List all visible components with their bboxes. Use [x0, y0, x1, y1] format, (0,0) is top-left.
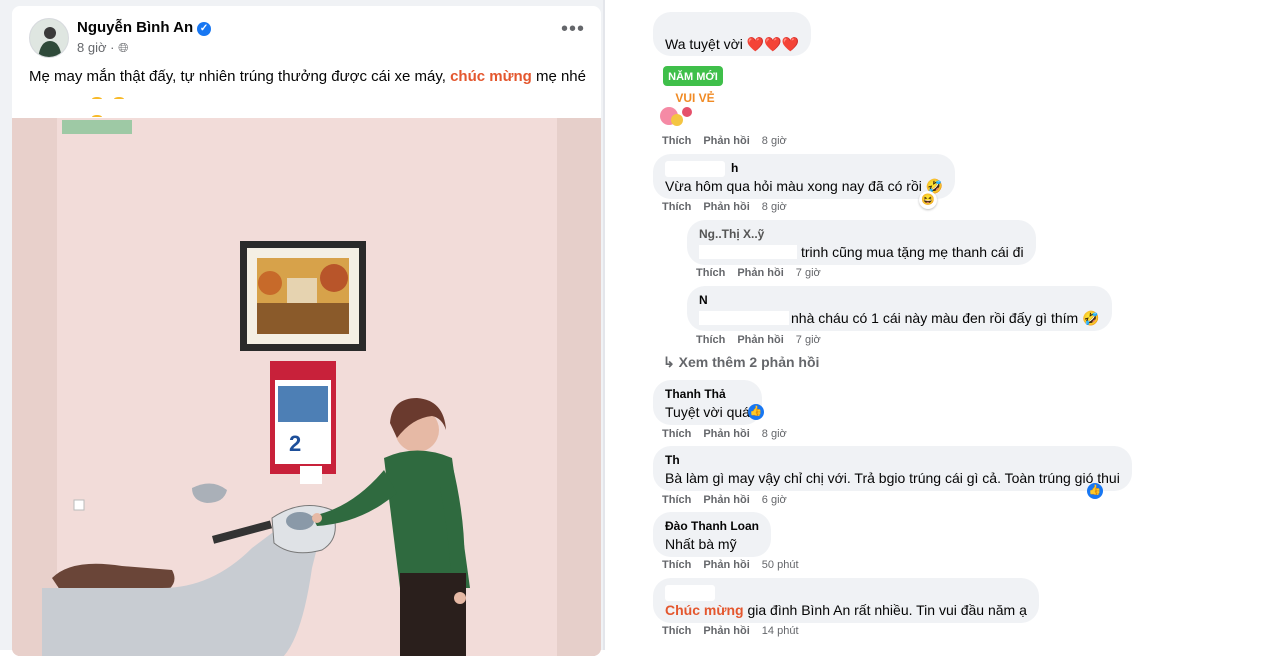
comment-actions: Thích Phản hồi 8 giờ — [662, 201, 787, 213]
comment-text: Nhất bà mỹ — [665, 536, 737, 552]
comment-author[interactable]: Th — [665, 453, 1120, 469]
comment-text: trinh cũng mua tặng mẹ thanh cái đi — [699, 243, 1024, 261]
comment-sticker[interactable]: NĂM MỚI VUI VẺ — [657, 62, 723, 128]
comment-author[interactable] — [665, 585, 1027, 601]
comment-actions: Thích Phản hồi 7 giờ — [696, 267, 821, 279]
author-avatar[interactable] — [29, 18, 69, 58]
reply-button[interactable]: Phản hồi — [703, 494, 749, 506]
post-column: Nguyễn Bình An ✓ 8 giờ · 🌐︎ ••• Mẹ may mắ… — [0, 0, 612, 656]
calendar-day: 2 — [289, 431, 301, 456]
comment-time[interactable]: 6 giờ — [762, 494, 787, 506]
comment-bubble: Thanh Thả Tuyệt vời quá — [653, 380, 762, 425]
like-button[interactable]: Thích — [662, 135, 691, 147]
comment-time[interactable]: 7 giờ — [796, 334, 821, 346]
comment-author[interactable] — [665, 19, 799, 35]
reply-button[interactable]: Phản hồi — [703, 135, 749, 147]
verified-badge-icon: ✓ — [197, 22, 212, 36]
comment-text: Bà làm gì may vậy chỉ chị với. Trả bgio … — [665, 470, 1120, 486]
comment-author[interactable]: h — [665, 161, 943, 177]
comment-text: Vừa hôm qua hỏi màu xong nay đã có rồi 🤣 — [665, 178, 944, 194]
like-button[interactable]: Thích — [662, 428, 691, 440]
view-more-replies-link[interactable]: ↳ Xem thêm 2 phản hồi — [663, 354, 819, 371]
caption-emoji-row — [92, 88, 152, 117]
globe-icon: 🌐︎ — [118, 40, 129, 55]
comment-time[interactable]: 14 phút — [762, 625, 799, 637]
comment-bubble: Chúc mừng gia đình Bình An rất nhiều. Ti… — [653, 578, 1039, 623]
caption-hashtag[interactable]: chúc mừng — [450, 68, 532, 85]
reply-button[interactable]: Phản hồi — [737, 267, 783, 279]
comment-bubble: Đào Thanh Loan Nhất bà mỹ — [653, 512, 771, 557]
comment-author[interactable]: Thanh Thả — [665, 387, 750, 403]
like-reaction-icon[interactable]: 👍 — [748, 404, 764, 420]
more-options-icon[interactable]: ••• — [561, 19, 584, 44]
like-button[interactable]: Thích — [696, 267, 725, 279]
reply-bubble: Ng..Thị X..ỹ trinh cũng mua tặng mẹ than… — [687, 220, 1036, 265]
comment-bubble: Th Bà làm gì may vậy chỉ chị với. Trả bg… — [653, 446, 1132, 491]
comment-text: Wa tuyệt vời ❤️❤️❤️ — [665, 36, 800, 52]
reply-button[interactable]: Phản hồi — [737, 334, 783, 346]
post-meta: 8 giờ · 🌐︎ — [77, 40, 129, 55]
comment-actions: Thích Phản hồi 50 phút — [662, 559, 799, 571]
comment-hashtag[interactable]: Chúc mừng — [665, 602, 744, 618]
reply-button[interactable]: Phản hồi — [703, 428, 749, 440]
comment-author[interactable]: N — [699, 293, 1100, 309]
comment-time[interactable]: 8 giờ — [762, 135, 787, 147]
comment-bubble: h Vừa hôm qua hỏi màu xong nay đã có rồi… — [653, 154, 956, 199]
sticker-line-2: VUI VẺ — [675, 90, 714, 105]
like-button[interactable]: Thích — [662, 625, 691, 637]
comment-time[interactable]: 8 giờ — [762, 201, 787, 213]
comment-text: nhà cháu có 1 cái này màu đen rồi đấy gì… — [699, 309, 1100, 327]
comment-actions: Thích Phản hồi 6 giờ — [662, 494, 787, 506]
comment-text: Chúc mừng gia đình Bình An rất nhiều. Ti… — [665, 602, 1027, 618]
post-photo[interactable]: 2 — [12, 118, 601, 656]
comment-actions: Thích Phản hồi 8 giờ — [662, 135, 787, 147]
reply-bubble: N nhà cháu có 1 cái này màu đen rồi đấy … — [687, 286, 1112, 331]
post-author[interactable]: Nguyễn Bình An ✓ — [77, 19, 212, 36]
comment-time[interactable]: 8 giờ — [762, 428, 787, 440]
comment-actions: Thích Phản hồi 8 giờ — [662, 428, 787, 440]
post-time[interactable]: 8 giờ — [77, 40, 107, 55]
reply-button[interactable]: Phản hồi — [703, 201, 749, 213]
reply-button[interactable]: Phản hồi — [703, 559, 749, 571]
comment-text: Tuyệt vời quá — [665, 404, 750, 420]
haha-reaction-icon[interactable]: 😆 — [919, 191, 937, 209]
like-button[interactable]: Thích — [662, 559, 691, 571]
post-caption: Mẹ may mắn thật đấy, tự nhiên trúng thưở… — [29, 68, 586, 85]
comment-time[interactable]: 50 phút — [762, 559, 799, 571]
reply-arrow-icon: ↳ — [663, 354, 679, 370]
comment-bubble: Wa tuyệt vời ❤️❤️❤️ — [653, 12, 812, 56]
post-card: Nguyễn Bình An ✓ 8 giờ · 🌐︎ ••• Mẹ may mắ… — [12, 6, 601, 656]
comment-author[interactable]: Đào Thanh Loan — [665, 519, 759, 535]
like-button[interactable]: Thích — [662, 494, 691, 506]
reply-button[interactable]: Phản hồi — [703, 625, 749, 637]
comment-author[interactable]: Ng..Thị X..ỹ — [699, 227, 1024, 243]
comment-actions: Thích Phản hồi 7 giờ — [696, 334, 821, 346]
comments-panel: Wa tuyệt vời ❤️❤️❤️ NĂM MỚI VUI VẺ Thích… — [605, 0, 1273, 650]
like-reaction-icon[interactable]: 👍 — [1087, 483, 1103, 499]
like-button[interactable]: Thích — [662, 201, 691, 213]
like-button[interactable]: Thích — [696, 334, 725, 346]
comment-actions: Thích Phản hồi 14 phút — [662, 625, 799, 637]
comment-time[interactable]: 7 giờ — [796, 267, 821, 279]
sticker-line-1: NĂM MỚI — [668, 70, 718, 83]
